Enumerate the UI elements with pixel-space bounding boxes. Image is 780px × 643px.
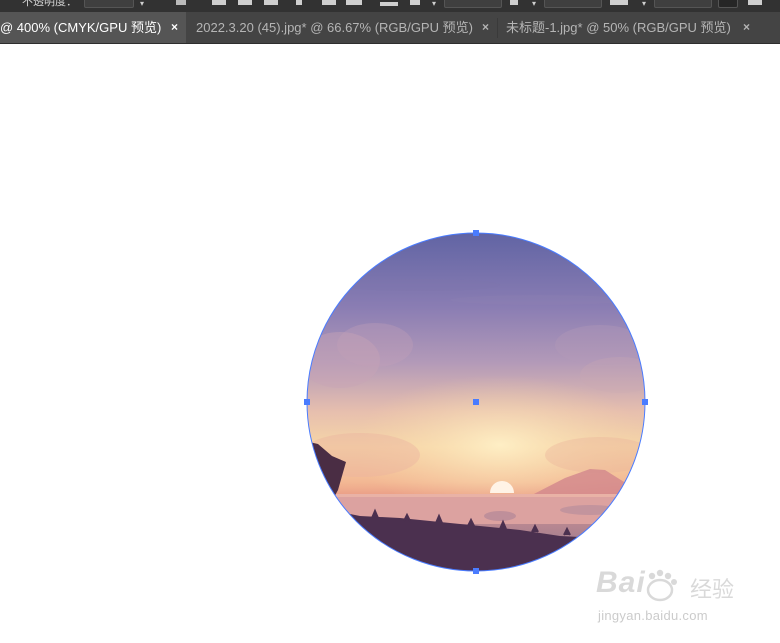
tab-title: 2022.3.20 (45).jpg* @ 66.67% (RGB/GPU 预览… (196, 20, 473, 35)
rotate-field[interactable] (654, 0, 712, 8)
anchor-handle-right[interactable] (642, 399, 648, 405)
chevron-down-icon[interactable]: ▾ (640, 0, 648, 8)
chevron-down-icon[interactable]: ▾ (530, 0, 538, 8)
panel-icon[interactable] (176, 0, 186, 5)
opacity-label: 不透明度： (22, 0, 77, 8)
watermark-brand: Bai (596, 566, 646, 599)
artboard-svg (304, 230, 648, 574)
close-icon[interactable]: × (171, 12, 178, 43)
baidu-watermark: Bai 经验 jingyan.baidu.com (596, 560, 746, 630)
opacity-field[interactable] (84, 0, 134, 8)
tab-document-1[interactable]: @ 400% (CMYK/GPU 预览) × (0, 12, 186, 43)
anchor-handle-bottom[interactable] (473, 568, 479, 574)
center-point-handle[interactable] (473, 399, 479, 405)
color-swatch[interactable] (718, 0, 738, 8)
align-left-icon[interactable] (212, 0, 226, 5)
chevron-down-icon[interactable]: ▾ (138, 0, 146, 8)
align-middle-icon[interactable] (322, 0, 336, 5)
width-icon (410, 0, 420, 5)
align-center-icon[interactable] (238, 0, 252, 5)
align-top-icon[interactable] (296, 0, 302, 5)
document-tab-bar: @ 400% (CMYK/GPU 预览) × 2022.3.20 (45).jp… (0, 12, 780, 44)
more-icon[interactable] (748, 0, 762, 5)
align-right-icon[interactable] (264, 0, 278, 5)
options-bar: 不透明度： ▾ ▾ ▾ ▾ (0, 0, 780, 12)
height-field[interactable] (544, 0, 602, 8)
anchor-handle-left[interactable] (304, 399, 310, 405)
watermark-suffix: 经验 (690, 577, 735, 602)
tab-document-2[interactable]: 2022.3.20 (45).jpg* @ 66.67% (RGB/GPU 预览… (186, 12, 497, 43)
tab-document-3[interactable]: 未标题-1.jpg* @ 50% (RGB/GPU 预览) × (497, 12, 759, 43)
distribute-icon[interactable] (380, 2, 398, 6)
tab-title: 未标题-1.jpg* @ 50% (RGB/GPU 预览) (506, 20, 731, 35)
landscape-image (307, 233, 645, 571)
close-icon[interactable]: × (743, 12, 750, 43)
tab-title: @ 400% (CMYK/GPU 预览) (0, 20, 162, 35)
close-icon[interactable]: × (482, 12, 489, 43)
width-field[interactable] (444, 0, 502, 8)
chevron-down-icon[interactable]: ▾ (430, 0, 438, 8)
anchor-handle-top[interactable] (473, 230, 479, 236)
align-bottom-icon[interactable] (346, 0, 362, 5)
height-icon (510, 0, 518, 5)
canvas-area[interactable] (0, 44, 780, 643)
watermark-url: jingyan.baidu.com (598, 608, 708, 623)
scale-icon (610, 0, 628, 5)
